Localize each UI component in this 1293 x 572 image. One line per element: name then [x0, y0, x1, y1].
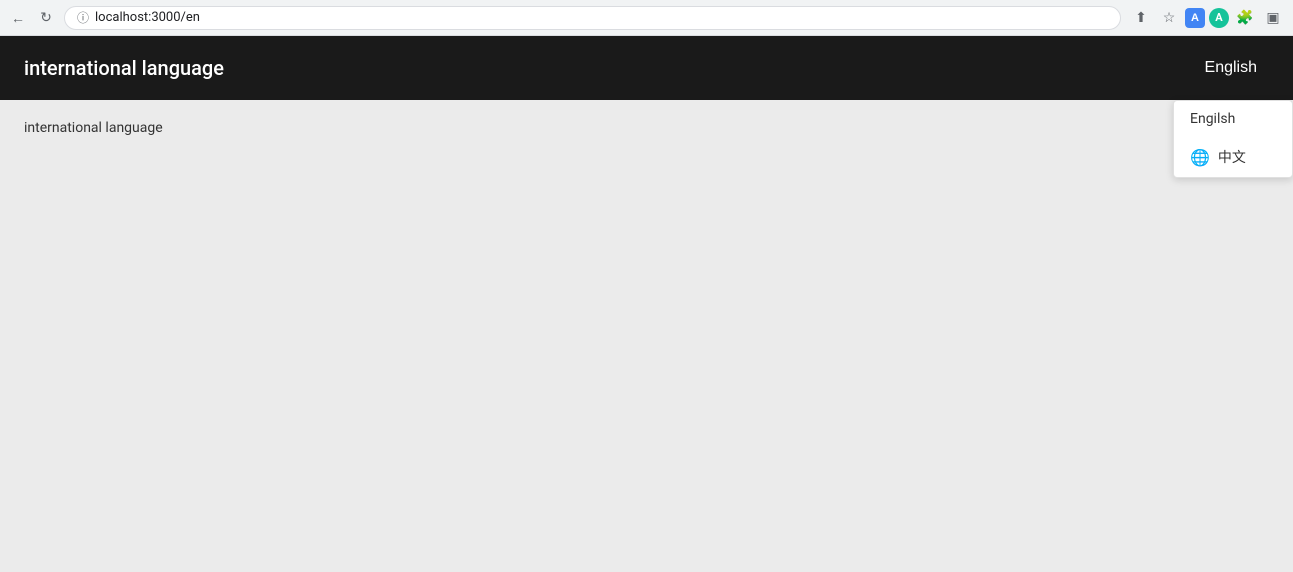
sidebar-button[interactable]: ▣	[1261, 6, 1285, 30]
translate-button[interactable]: A	[1185, 8, 1205, 28]
language-option-chinese[interactable]: 🌐 中文	[1174, 137, 1292, 177]
address-bar[interactable]: ⓘ localhost:3000/en	[64, 6, 1121, 30]
grammarly-extension[interactable]: A	[1209, 8, 1229, 28]
content-text: international language	[24, 120, 1269, 136]
nav-right: English	[1193, 51, 1269, 85]
grammarly-icon: A	[1215, 11, 1222, 24]
chinese-label: 中文	[1218, 147, 1246, 167]
extensions-button[interactable]: 🧩	[1233, 6, 1257, 30]
browser-chrome: ← ↻ ⓘ localhost:3000/en ⬆ ☆ A A 🧩 ▣	[0, 0, 1293, 36]
browser-nav: ← ↻	[8, 8, 56, 28]
back-button[interactable]: ←	[8, 8, 28, 28]
reload-button[interactable]: ↻	[36, 8, 56, 28]
english-label: Engilsh	[1190, 111, 1235, 127]
brand-title: international language	[24, 56, 224, 80]
language-dropdown: Engilsh 🌐 中文	[1173, 100, 1293, 178]
share-button[interactable]: ⬆	[1129, 6, 1153, 30]
nav-left: international language	[24, 56, 224, 80]
browser-actions: ⬆ ☆ A A 🧩 ▣	[1129, 6, 1285, 30]
language-selector-button[interactable]: English	[1193, 51, 1269, 85]
chinese-flag-icon: 🌐	[1190, 148, 1210, 167]
bookmark-button[interactable]: ☆	[1157, 6, 1181, 30]
app-navbar: international language English Engilsh 🌐…	[0, 36, 1293, 100]
language-option-english[interactable]: Engilsh	[1174, 101, 1292, 137]
url-text: localhost:3000/en	[95, 10, 200, 25]
security-icon: ⓘ	[77, 9, 89, 26]
main-content: international language	[0, 100, 1293, 572]
